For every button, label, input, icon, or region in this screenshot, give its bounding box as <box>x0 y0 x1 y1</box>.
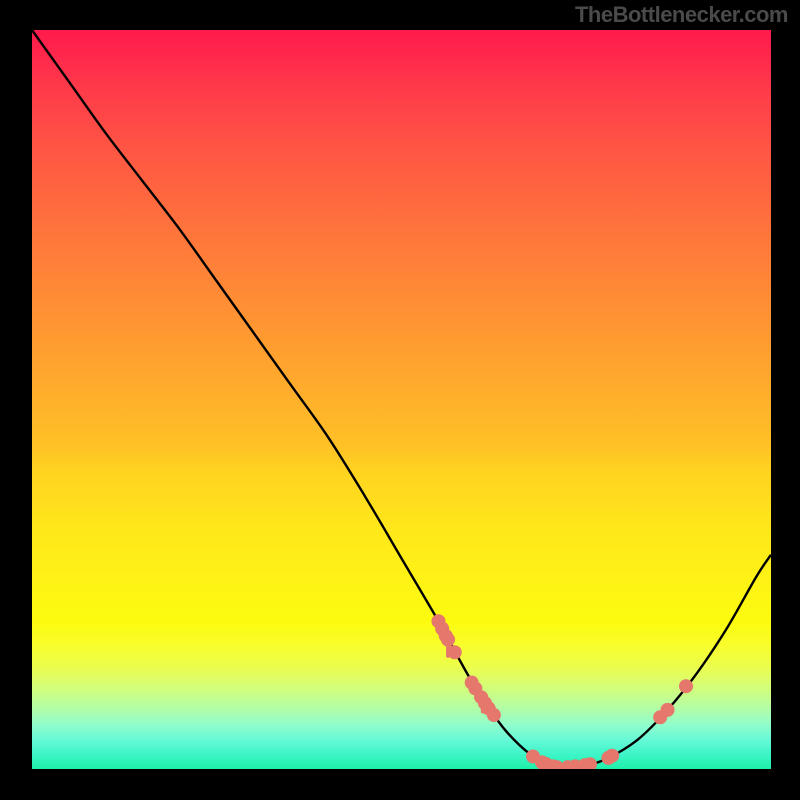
watermark-text: TheBottlenecker.com <box>575 2 788 28</box>
data-marker <box>439 629 453 643</box>
data-marker <box>679 679 693 693</box>
chart-svg <box>32 30 771 769</box>
data-marker <box>568 759 582 769</box>
data-marker <box>661 703 675 717</box>
data-marker <box>583 757 597 769</box>
data-marker <box>526 749 540 763</box>
data-marker <box>539 757 553 769</box>
data-marker <box>561 760 575 769</box>
data-marker <box>601 751 615 765</box>
data-marker <box>474 690 488 704</box>
data-marker <box>550 760 564 769</box>
data-marker <box>448 645 462 659</box>
data-marker <box>478 696 492 710</box>
data-markers <box>431 614 693 769</box>
data-marker <box>605 749 619 763</box>
data-marker <box>487 708 501 722</box>
data-marker <box>435 622 449 636</box>
data-marker <box>482 701 496 715</box>
bottleneck-curve <box>32 30 771 768</box>
data-marker <box>546 759 560 769</box>
data-marker <box>653 710 667 724</box>
data-marker <box>578 758 592 769</box>
data-marker <box>431 614 445 628</box>
data-marker <box>465 676 479 690</box>
data-marker <box>441 633 455 647</box>
chart-plot-area <box>32 30 771 769</box>
marker-drips <box>440 624 483 711</box>
data-marker <box>535 755 549 769</box>
data-marker <box>468 681 482 695</box>
